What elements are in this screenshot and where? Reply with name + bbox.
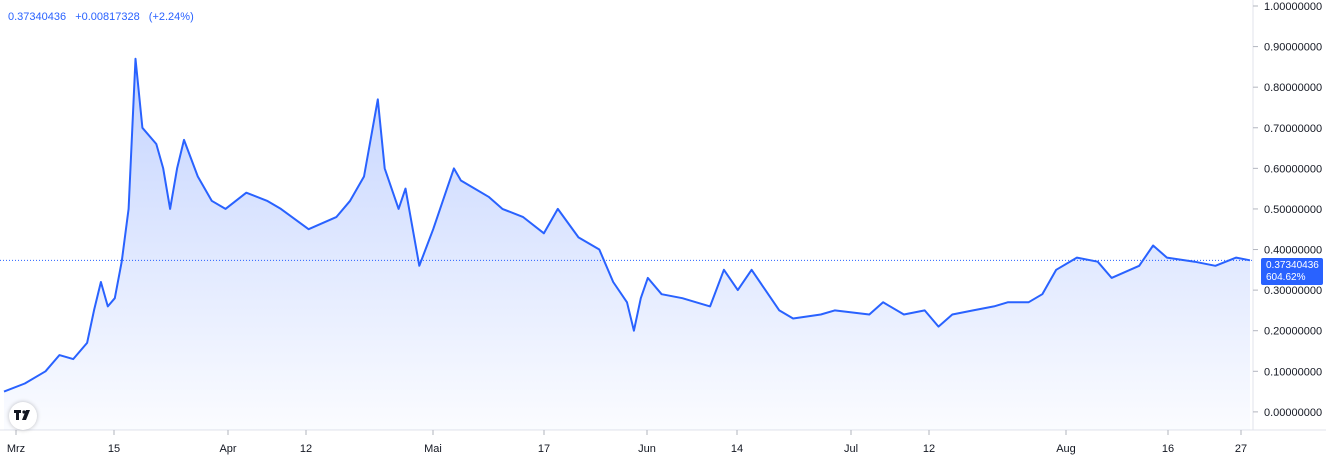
x-tick-label: Aug [1056, 443, 1076, 455]
y-tick-label: 1.00000000 [1264, 1, 1322, 13]
x-tick-label: 12 [923, 443, 935, 455]
y-tick-label: 0.30000000 [1264, 285, 1322, 297]
y-tick-label: 0.50000000 [1264, 204, 1322, 216]
y-tick-label: 0.10000000 [1264, 366, 1322, 378]
x-tick-label: Apr [219, 443, 236, 455]
y-axis[interactable]: 1.00000000 0.90000000 0.80000000 0.70000000… [1253, 1, 1322, 419]
price-area-fill [4, 58, 1250, 431]
last-price-percent: 604.62% [1266, 272, 1306, 283]
x-tick-label: 12 [300, 443, 312, 455]
area-layer [4, 58, 1250, 431]
y-tick-label: 0.60000000 [1264, 163, 1322, 175]
x-tick-label: 14 [731, 443, 743, 455]
y-tick-label: 0.70000000 [1264, 123, 1322, 135]
chart-area[interactable]: 1.00000000 0.90000000 0.80000000 0.70000000… [0, 0, 1326, 464]
x-tick-label: 16 [1162, 443, 1174, 455]
tradingview-logo-icon[interactable] [9, 402, 37, 430]
x-tick-label: 17 [538, 443, 550, 455]
y-tick-label: 0.90000000 [1264, 42, 1322, 54]
last-price-label: 0.37340436 604.62% [1261, 258, 1323, 285]
x-tick-label: 15 [108, 443, 120, 455]
x-tick-label: Mrz [7, 443, 25, 455]
legend-change-pct: (+2.24%) [148, 11, 194, 23]
last-price-value: 0.37340436 [1266, 260, 1319, 271]
x-tick-label: Jun [638, 443, 656, 455]
x-tick-label: Mai [424, 443, 442, 455]
legend-change: +0.00817328 [75, 11, 140, 23]
y-tick-label: 0.20000000 [1264, 326, 1322, 338]
y-tick-label: 0.80000000 [1264, 82, 1322, 94]
y-tick-label: 0.40000000 [1264, 245, 1322, 257]
tradingview-logo-glyph [14, 410, 30, 420]
x-tick-label: Jul [844, 443, 858, 455]
x-axis[interactable]: Mrz 15 Apr 12 Mai 17 Jun 14 Jul 12 Aug 16 27 [7, 430, 1247, 455]
legend: 0.37340436 +0.00817328 (+2.24%) [8, 11, 200, 23]
y-tick-label: 0.00000000 [1264, 407, 1322, 419]
x-tick-label: 27 [1235, 443, 1247, 455]
legend-price: 0.37340436 [8, 11, 67, 23]
price-chart[interactable]: 1.00000000 0.90000000 0.80000000 0.70000000… [0, 0, 1326, 464]
